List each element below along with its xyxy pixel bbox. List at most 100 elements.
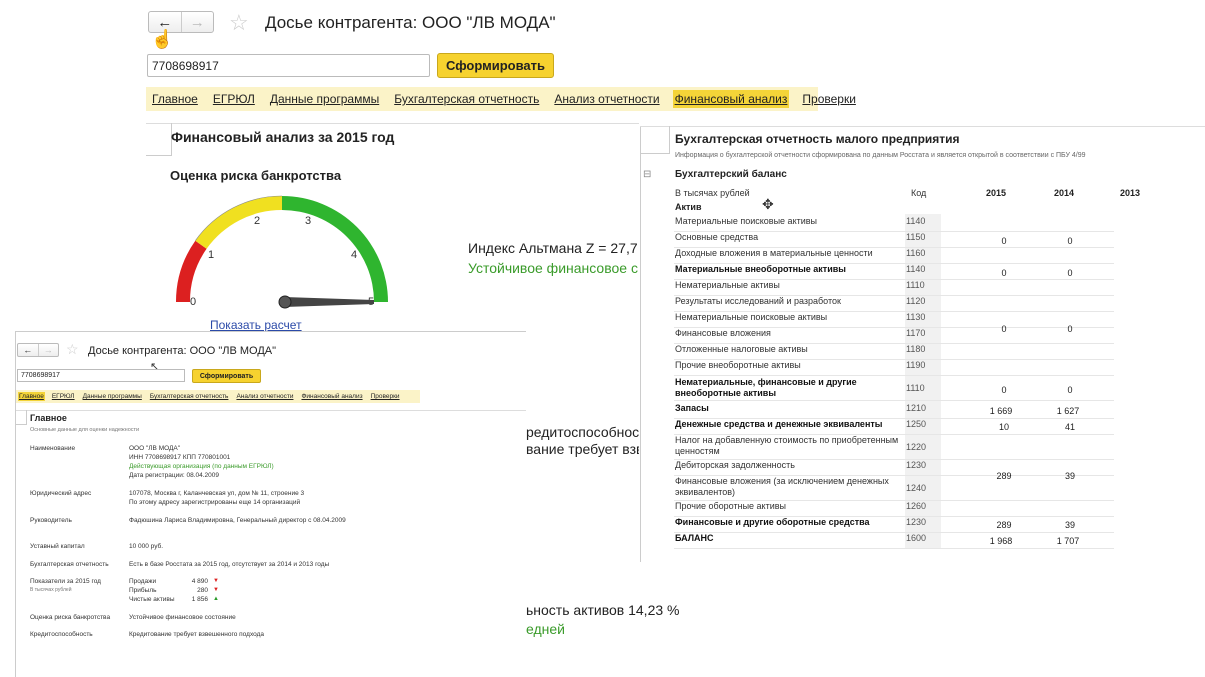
table-row: Финансовые вложения 1170	[674, 328, 1114, 344]
value-cell: 0	[1001, 385, 1007, 395]
tab-accounting[interactable]: Бухгалтерская отчетность	[392, 90, 541, 108]
forward-arrow-icon[interactable]: →	[180, 12, 214, 32]
accounting-info: Информация о бухгалтерской отчетности сф…	[675, 152, 1086, 159]
inn-input[interactable]: 7708698917	[147, 54, 430, 77]
credit-label: Кредитоспособность	[30, 631, 93, 638]
gauge-red-zone	[175, 240, 207, 302]
value-cell: 1 669	[989, 406, 1013, 416]
value-cell: 39	[1064, 471, 1075, 481]
tab-main[interactable]: Главное	[150, 90, 200, 108]
show-calculation-link[interactable]: Показать расчет	[210, 318, 302, 332]
favorite-star-icon[interactable]: ☆	[66, 341, 79, 358]
tab-bar: Главное ЕГРЮЛ Данные программы Бухгалтер…	[146, 87, 856, 111]
asset-return-fragment: ьность активов 14,23 %	[526, 602, 680, 618]
gauge-yellow-zone	[195, 195, 282, 249]
table-row: Основные средства 1150	[674, 232, 1114, 248]
reporting-label: Бухгалтерская отчетность	[30, 561, 109, 568]
tab-financial-analysis[interactable]: Финансовый анализ	[300, 392, 363, 401]
value-cell: 289	[996, 471, 1012, 481]
head-label: Руководитель	[30, 517, 72, 524]
value-cell: 0	[1067, 385, 1073, 395]
indicators-units: В тысячах рублей	[30, 587, 72, 593]
tab-financial-analysis[interactable]: Финансовый анализ	[672, 90, 790, 108]
legal-address: 107078, Москва г, Каланчевская ул, дом №…	[129, 490, 305, 497]
table-row: Нематериальные активы 1110	[674, 280, 1114, 296]
value-cell: 0	[1067, 236, 1073, 246]
overlay-form-button[interactable]: Сформировать	[192, 369, 261, 383]
value-cell: 1 707	[1056, 536, 1080, 546]
table-row: Финансовые вложения (за исключением дене…	[674, 476, 1114, 501]
window-title: Досье контрагента: ООО "ЛВ МОДА"	[265, 13, 556, 32]
tab-egrul[interactable]: ЕГРЮЛ	[51, 392, 76, 401]
table-row: Прочие оборотные активы 1260	[674, 501, 1114, 517]
address-note: По этому адресу зарегистрированы еще 14 …	[129, 499, 301, 506]
tab-report-analysis[interactable]: Анализ отчетности	[552, 90, 661, 108]
tab-accounting[interactable]: Бухгалтерская отчетность	[149, 392, 230, 401]
credit-value: Кредитование требует взвешенного подхода	[129, 631, 264, 638]
risk-value: Устойчивое финансовое состояние	[129, 614, 236, 621]
capital-label: Уставный капитал	[30, 543, 85, 550]
risk-label: Оценка риска банкротства	[30, 614, 111, 621]
indicators-label: Показатели за 2015 год	[30, 578, 101, 585]
financial-status: Устойчивое финансовое со	[468, 260, 638, 276]
gauge-label-4: 4	[351, 249, 357, 261]
move-cursor-icon: ✥	[762, 196, 774, 212]
tab-program-data[interactable]: Данные программы	[82, 392, 143, 401]
creditworthiness-fragment: редитоспособност	[526, 424, 639, 440]
overlay-subheading: Основные данные для оценки надежности	[30, 427, 140, 433]
year-2014-header: 2014	[1054, 188, 1075, 198]
reporting-value: Есть в базе Росстата за 2015 год, отсутс…	[129, 561, 330, 568]
panel-marker	[146, 123, 172, 156]
gauge-label-1: 1	[208, 249, 214, 261]
trend-down-icon: ▼	[213, 578, 219, 584]
panel-marker	[640, 126, 670, 154]
overlay-window-title: Досье контрагента: ООО "ЛВ МОДА"	[88, 345, 277, 357]
year-2013-header: 2013	[1120, 188, 1141, 198]
table-row: Денежные средства и денежные эквиваленты…	[674, 419, 1114, 435]
gauge-label-2: 2	[254, 215, 260, 227]
tab-egrul[interactable]: ЕГРЮЛ	[211, 90, 257, 108]
value-cell: 10	[998, 422, 1009, 432]
tab-checks[interactable]: Проверки	[370, 392, 401, 401]
indicator-sales-value: 4 890	[191, 578, 208, 585]
value-cell: 0	[1001, 324, 1007, 334]
tab-program-data[interactable]: Данные программы	[268, 90, 381, 108]
registration-date: Дата регистрации: 08.04.2009	[129, 472, 220, 479]
value-cell: 0	[1001, 236, 1007, 246]
bankruptcy-risk-title: Оценка риска банкротства	[170, 168, 342, 183]
tab-report-analysis[interactable]: Анализ отчетности	[235, 392, 294, 401]
hand-cursor-icon: ☝	[151, 29, 174, 49]
indicator-profit-value: 280	[197, 587, 208, 594]
favorite-star-icon[interactable]: ☆	[229, 10, 249, 36]
collapse-icon[interactable]: ⊟	[643, 169, 651, 180]
tab-main[interactable]: Главное	[18, 392, 45, 401]
overlay-tab-bar: Главное ЕГРЮЛ Данные программы Бухгалтер…	[16, 390, 420, 403]
value-cell: 0	[1001, 268, 1007, 278]
table-row: Результаты исследований и разработок 1120	[674, 296, 1114, 312]
indicator-net-assets-value: 1 856	[191, 596, 208, 603]
overlay-history-nav: ← →	[17, 343, 59, 357]
back-arrow-icon[interactable]: ←	[18, 344, 38, 356]
overlay-inn-input[interactable]: 7708698917	[17, 369, 185, 382]
company-status: Действующая организация (по данным ЕГРЮЛ…	[129, 463, 274, 470]
head-value: Фадюшина Лариса Владимировна, Генеральны…	[129, 517, 346, 524]
table-row: Прочие внеоборотные активы 1190	[674, 360, 1114, 376]
value-cell: 0	[1067, 268, 1073, 278]
gauge-label-0: 0	[190, 296, 196, 308]
units-header: В тысячах рублей	[675, 188, 750, 198]
company-name: ООО "ЛВ МОДА"	[129, 445, 181, 452]
overlay-content-top	[16, 410, 526, 411]
tab-checks[interactable]: Проверки	[800, 90, 858, 108]
assets-section: Актив	[675, 202, 702, 212]
value-cell: 41	[1064, 422, 1075, 432]
form-button[interactable]: Сформировать	[437, 53, 554, 78]
gauge-needle	[278, 295, 374, 309]
table-row: Доходные вложения в материальные ценност…	[674, 248, 1114, 264]
panel-marker	[16, 410, 27, 425]
table-row: Материальные поисковые активы 1140	[674, 216, 1114, 232]
forward-arrow-icon[interactable]: →	[37, 344, 59, 356]
value-cell: 39	[1064, 520, 1075, 530]
gauge-label-3: 3	[305, 215, 311, 227]
value-cell: 289	[996, 520, 1012, 530]
code-header: Код	[911, 188, 927, 198]
